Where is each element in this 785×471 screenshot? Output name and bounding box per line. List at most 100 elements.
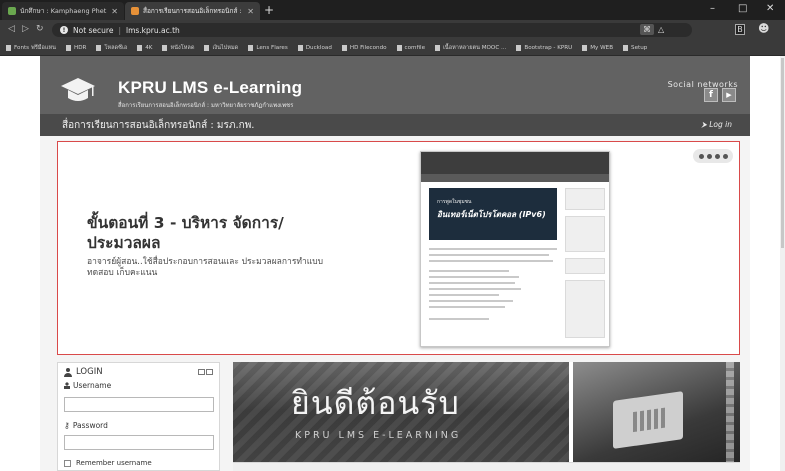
slide-heading: ขั้นตอนที่ 3 - บริหาร จัดการ/ประมวลผล — [87, 214, 284, 252]
bookmark-label: เนื้อหาหลายตน MOOC ... — [443, 44, 507, 51]
site-subtitle: สื่อการเรียนการสอนอิเล็กทรอนิกส์ : มหาวิ… — [118, 102, 294, 109]
bookmark-item[interactable]: Duckload — [297, 44, 332, 51]
bookmark-label: เงินไปหมด — [212, 44, 239, 51]
bookmark-label: 4K — [145, 44, 153, 51]
browser-tab[interactable]: นักศึกษา : Kamphaeng Phet Rajabh ✕ — [2, 2, 124, 20]
password-input[interactable] — [64, 435, 214, 450]
screenshot-sidebar — [565, 188, 605, 338]
slide-dot[interactable] — [714, 153, 720, 159]
bookmark-item[interactable]: Lens Flares — [248, 44, 288, 51]
bookmark-label: Bootstrap - KPRU — [524, 44, 573, 51]
bookmark-label: หนังโหลด — [170, 44, 195, 51]
key-icon: ⚷ — [64, 421, 70, 430]
new-tab-button[interactable]: + — [264, 3, 274, 17]
translate-icon[interactable]: ⌘ — [640, 24, 654, 35]
back-icon[interactable]: ◁ — [8, 24, 15, 34]
welcome-subtitle: KPRU LMS E-LEARNING — [295, 430, 462, 441]
welcome-banner-footer — [233, 462, 740, 471]
login-link[interactable]: ⮞ Log in — [701, 120, 732, 130]
bookmark-label: Lens Flares — [256, 44, 288, 51]
close-window-button[interactable]: ✕ — [766, 3, 774, 14]
dock-block-icon[interactable] — [198, 369, 205, 375]
welcome-laptop-image — [573, 362, 740, 471]
bookmark-item[interactable]: HDR — [66, 44, 86, 51]
bookmark-item[interactable]: เงินไปหมด — [204, 44, 238, 52]
warning-icon[interactable]: △ — [658, 24, 664, 35]
slide-dot[interactable] — [706, 153, 712, 159]
remember-checkbox[interactable] — [64, 459, 71, 467]
bookmark-item[interactable]: 4K — [137, 44, 153, 51]
slide-dot[interactable] — [698, 153, 704, 159]
scrollbar-thumb[interactable] — [781, 58, 784, 248]
bookmark-folder-icon — [66, 44, 71, 51]
nav-title[interactable]: สื่อการเรียนการสอนอิเล็กทรอนิกส์ : มรภ.ก… — [62, 118, 254, 133]
screenshot-header — [421, 152, 609, 174]
tab-title: นักศึกษา : Kamphaeng Phet Rajabh — [20, 7, 107, 15]
browser-tabstrip: นักศึกษา : Kamphaeng Phet Rajabh ✕ สื่อก… — [0, 0, 785, 20]
laptop-illustration — [613, 391, 683, 449]
bookmark-folder-icon — [96, 44, 102, 51]
bookmark-label: My WEB — [590, 44, 614, 51]
tab-title: สื่อการเรียนการสอนอิเล็กทรอนิกส์ : มรภ — [143, 7, 243, 15]
url-input[interactable]: ! Not secure | lms.kpru.ac.th — [52, 23, 692, 37]
login-link-label: Log in — [709, 120, 732, 129]
security-label: Not secure — [73, 25, 114, 35]
url-text: lms.kpru.ac.th — [126, 25, 180, 35]
block-controls[interactable] — [198, 369, 213, 375]
bookmark-item[interactable]: หนังโหลด — [162, 44, 194, 52]
bookmark-label: Fonts ฟรีมือแหน — [14, 44, 56, 51]
welcome-banner-left: ยินดีต้อนรับ KPRU LMS E-LEARNING — [233, 362, 569, 471]
bookmark-label: โหลดซีเอ — [104, 44, 128, 51]
extension-icon[interactable]: B — [735, 24, 745, 35]
bookmark-item[interactable]: โหลดซีเอ — [96, 44, 127, 52]
password-label-text: Password — [72, 421, 108, 430]
close-tab-icon[interactable]: ✕ — [111, 7, 118, 16]
login-block-header: LOGIN — [64, 367, 103, 377]
bookmark-item[interactable]: Fonts ฟรีมือแหน — [6, 44, 56, 52]
bookmark-folder-icon — [623, 44, 629, 51]
slide-pager[interactable] — [693, 149, 733, 163]
bookmark-item[interactable]: เนื้อหาหลายตน MOOC ... — [435, 44, 506, 52]
bookmark-label: HD Filecondo — [349, 44, 387, 51]
navbar: สื่อการเรียนการสอนอิเล็กทรอนิกส์ : มรภ.ก… — [40, 114, 750, 136]
slide-screenshot-image: การพูดในชุมชน อินเทอร์เน็ตโปรโตคอล (IPv6… — [420, 151, 610, 347]
site-header: KPRU LMS e-Learning สื่อการเรียนการสอนอิ… — [40, 56, 750, 114]
username-input[interactable] — [64, 397, 214, 412]
page-scrollbar[interactable] — [780, 56, 785, 471]
slide-dot[interactable] — [722, 153, 728, 159]
youtube-icon[interactable]: ▶ — [722, 88, 736, 102]
bookmark-folder-icon — [435, 44, 441, 51]
user-small-icon — [64, 382, 70, 389]
username-label: Username — [64, 381, 111, 390]
bookmarks-bar: Fonts ฟรีมือแหน HDR โหลดซีเอ 4K หนังโหลด… — [0, 40, 785, 56]
favicon-icon — [131, 7, 139, 15]
password-label: ⚷ Password — [64, 421, 108, 430]
forward-icon[interactable]: ▷ — [22, 24, 29, 34]
bookmark-item[interactable]: comfile — [396, 44, 425, 51]
slide-description: อาจารย์ผู้สอน..ใช้สื่อประกอบการสอนและ ปร… — [87, 257, 324, 278]
bookmark-item[interactable]: Setup — [623, 44, 648, 51]
remember-username[interactable]: Remember username — [64, 459, 152, 467]
bookmark-folder-icon — [516, 44, 522, 51]
bookmark-label: Setup — [631, 44, 648, 51]
minimize-button[interactable]: – — [710, 3, 715, 14]
username-label-text: Username — [73, 381, 112, 390]
hide-block-icon[interactable] — [206, 369, 213, 375]
bookmark-folder-icon — [297, 44, 303, 51]
browser-tab-active[interactable]: สื่อการเรียนการสอนอิเล็กทรอนิกส์ : มรภ ✕ — [125, 2, 260, 20]
bookmark-item[interactable]: HD Filecondo — [341, 44, 387, 51]
slideshow[interactable]: ขั้นตอนที่ 3 - บริหาร จัดการ/ประมวลผล อา… — [57, 141, 740, 355]
maximize-button[interactable]: □ — [738, 3, 747, 14]
bookmark-item[interactable]: Bootstrap - KPRU — [516, 44, 573, 51]
close-tab-icon[interactable]: ✕ — [247, 7, 254, 16]
site-title[interactable]: KPRU LMS e-Learning — [118, 78, 302, 98]
graduation-cap-icon[interactable] — [60, 76, 96, 104]
bookmark-item[interactable]: My WEB — [582, 44, 614, 51]
info-icon[interactable]: ! — [60, 26, 68, 34]
facebook-icon[interactable]: f — [704, 88, 718, 102]
bookmark-folder-icon — [341, 44, 347, 51]
reload-icon[interactable]: ↻ — [36, 24, 44, 34]
bookmark-folder-icon — [582, 44, 588, 51]
bookmark-folder-icon — [6, 44, 11, 51]
profile-icon[interactable]: ☻ — [758, 22, 769, 35]
